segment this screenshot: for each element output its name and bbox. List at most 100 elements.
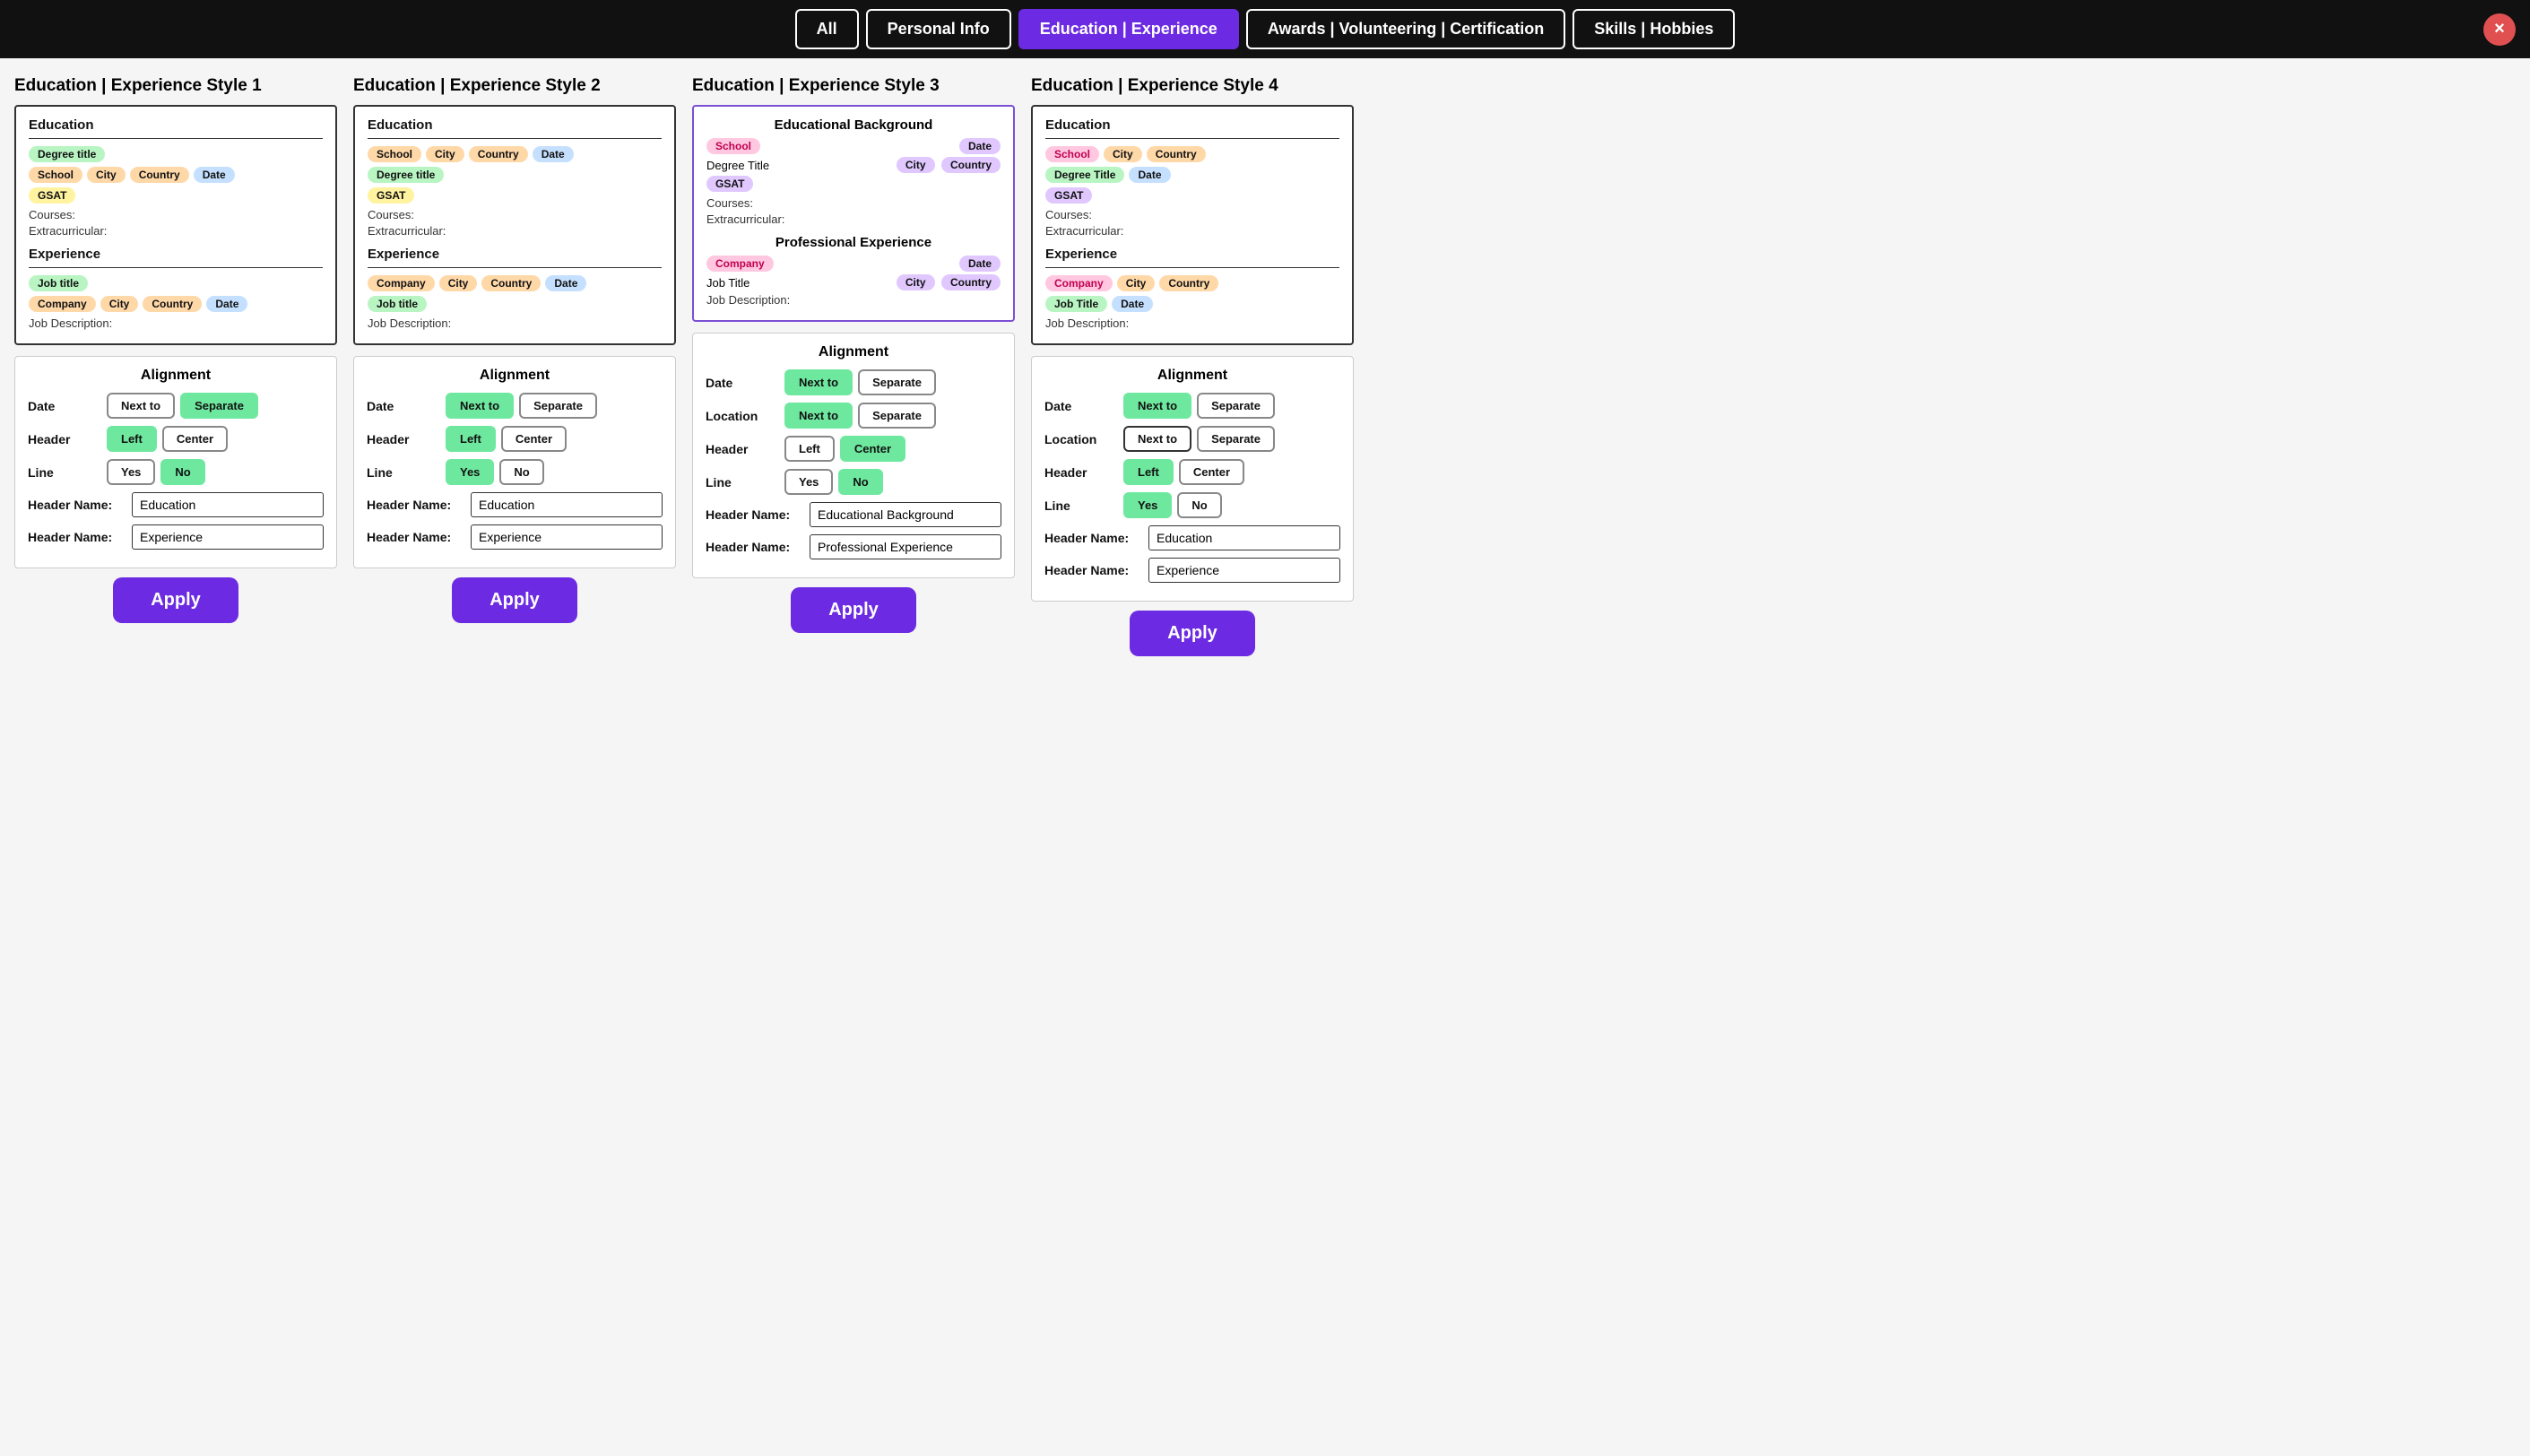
s4-tag-job-title: Job Title [1045, 296, 1107, 312]
s2-tag-degree: Degree title [368, 167, 444, 183]
field-extracurricular: Extracurricular: [29, 224, 323, 238]
s2-tag-school: School [368, 146, 421, 162]
date-next-to-4[interactable]: Next to [1123, 393, 1191, 419]
tag-date-exp: Date [206, 296, 247, 312]
style-1-column: Education | Experience Style 1 Education… [14, 76, 337, 656]
style-3-preview: Educational Background School Date Degre… [692, 105, 1015, 322]
header-name-input-edu-3[interactable] [810, 502, 1001, 527]
s2-tag-job-title: Job title [368, 296, 427, 312]
s2-tag-gsat: GSAT [368, 187, 414, 204]
date-separate-2[interactable]: Separate [519, 393, 597, 419]
s3-tag-gsat: GSAT [706, 176, 753, 192]
header-name-input-edu-4[interactable] [1148, 525, 1340, 550]
line-no-2[interactable]: No [499, 459, 543, 485]
s3-job-title: Job Title [706, 276, 749, 290]
date-next-to-2[interactable]: Next to [446, 393, 514, 419]
header-name-input-edu-2[interactable] [471, 492, 663, 517]
location-next-to-3[interactable]: Next to [784, 403, 853, 429]
s3-field-job-desc: Job Description: [706, 293, 1001, 307]
header-name-input-exp-4[interactable] [1148, 558, 1340, 583]
line-label-3: Line [706, 475, 777, 490]
header-label-2: Header [367, 432, 438, 446]
line-no-3[interactable]: No [838, 469, 882, 495]
nav-awards[interactable]: Awards | Volunteering | Certification [1246, 9, 1565, 49]
s4-field-extra: Extracurricular: [1045, 224, 1339, 238]
line-yes-3[interactable]: Yes [784, 469, 833, 495]
nav-skills[interactable]: Skills | Hobbies [1573, 9, 1735, 49]
style-2-column: Education | Experience Style 2 Education… [353, 76, 676, 656]
nav-personal-info[interactable]: Personal Info [866, 9, 1011, 49]
line-no-1[interactable]: No [160, 459, 204, 485]
line-no-4[interactable]: No [1177, 492, 1221, 518]
s2-field-courses: Courses: [368, 208, 662, 221]
header-label-4: Header [1044, 465, 1116, 480]
s3-tag-city: City [897, 157, 935, 173]
s4-tag-country-exp: Country [1159, 275, 1218, 291]
date-separate-4[interactable]: Separate [1197, 393, 1275, 419]
s3-tag-country-exp: Country [941, 274, 1001, 290]
tag-job-title: Job title [29, 275, 88, 291]
header-name-input-exp-3[interactable] [810, 534, 1001, 559]
tag-company: Company [29, 296, 96, 312]
header-label-1: Header [28, 432, 100, 446]
line-yes-2[interactable]: Yes [446, 459, 494, 485]
header-center-3[interactable]: Center [840, 436, 905, 462]
apply-button-3[interactable]: Apply [791, 587, 916, 633]
header-label-3: Header [706, 442, 777, 456]
header-name-input-exp-2[interactable] [471, 524, 663, 550]
style-3-alignment: Alignment Date Next to Separate Location… [692, 333, 1015, 578]
header-left-4[interactable]: Left [1123, 459, 1174, 485]
style-4-alignment: Alignment Date Next to Separate Location… [1031, 356, 1354, 602]
style-1-exp-header: Experience [29, 247, 323, 262]
field-job-desc: Job Description: [29, 316, 323, 330]
s2-tag-city: City [426, 146, 464, 162]
date-separate-1[interactable]: Separate [180, 393, 258, 419]
apply-button-2[interactable]: Apply [452, 577, 577, 623]
s3-tag-school: School [706, 138, 760, 154]
header-left-3[interactable]: Left [784, 436, 835, 462]
s3-tag-date-exp: Date [959, 256, 1001, 272]
header-center-4[interactable]: Center [1179, 459, 1244, 485]
header-center-2[interactable]: Center [501, 426, 567, 452]
line-yes-1[interactable]: Yes [107, 459, 155, 485]
style-3-alignment-title: Alignment [706, 344, 1001, 360]
s4-tag-city: City [1104, 146, 1142, 162]
style-2-alignment-title: Alignment [367, 368, 663, 384]
main-content: Education | Experience Style 1 Education… [0, 58, 2530, 674]
header-left-2[interactable]: Left [446, 426, 496, 452]
header-left-1[interactable]: Left [107, 426, 157, 452]
date-next-to-1[interactable]: Next to [107, 393, 175, 419]
s4-tag-date: Date [1129, 167, 1170, 183]
header-name-label-4a: Header Name: [1044, 531, 1143, 545]
s3-tag-company: Company [706, 256, 774, 272]
style-1-alignment: Alignment Date Next to Separate Header L… [14, 356, 337, 568]
header-name-label-1a: Header Name: [28, 498, 126, 512]
tag-city: City [87, 167, 126, 183]
date-next-to-3[interactable]: Next to [784, 369, 853, 395]
s4-field-courses: Courses: [1045, 208, 1339, 221]
nav-all[interactable]: All [795, 9, 859, 49]
nav-education-experience[interactable]: Education | Experience [1018, 9, 1239, 49]
apply-button-1[interactable]: Apply [113, 577, 238, 623]
location-label-4: Location [1044, 432, 1116, 446]
header-center-1[interactable]: Center [162, 426, 228, 452]
close-button[interactable]: × [2483, 13, 2516, 46]
style-2-preview: Education School City Country Date Degre… [353, 105, 676, 345]
s2-tag-date-exp: Date [545, 275, 586, 291]
s4-tag-city-exp: City [1117, 275, 1156, 291]
style-1-edu-header: Education [29, 117, 323, 133]
s3-degree-title: Degree Title [706, 159, 769, 172]
header-name-input-edu-1[interactable] [132, 492, 324, 517]
location-next-to-4[interactable]: Next to [1123, 426, 1191, 452]
line-yes-4[interactable]: Yes [1123, 492, 1172, 518]
field-courses: Courses: [29, 208, 323, 221]
s2-field-extra: Extracurricular: [368, 224, 662, 238]
header-name-input-exp-1[interactable] [132, 524, 324, 550]
style-4-column: Education | Experience Style 4 Education… [1031, 76, 1354, 656]
apply-button-4[interactable]: Apply [1130, 611, 1255, 656]
date-separate-3[interactable]: Separate [858, 369, 936, 395]
style-2-edu-header: Education [368, 117, 662, 133]
location-separate-4[interactable]: Separate [1197, 426, 1275, 452]
location-separate-3[interactable]: Separate [858, 403, 936, 429]
header-name-label-3a: Header Name: [706, 507, 804, 522]
